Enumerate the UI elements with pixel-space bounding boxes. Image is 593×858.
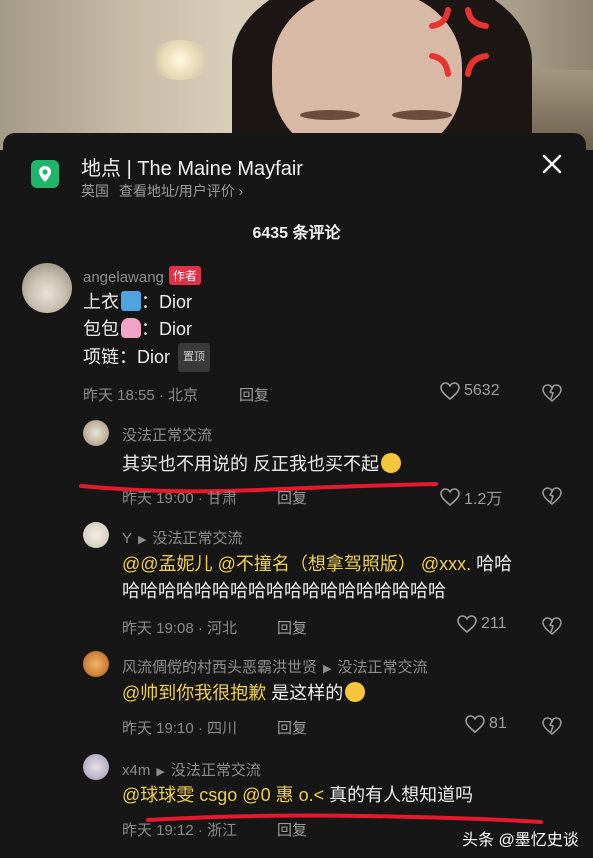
username-text: Y bbox=[122, 530, 133, 547]
comment-line: 包包 ：Dior bbox=[83, 316, 210, 343]
dislike-icon[interactable] bbox=[542, 716, 562, 736]
comment-text: 其实也不用说的 反正我也买不起 bbox=[122, 451, 401, 478]
anger-sticker-icon bbox=[429, 7, 489, 77]
comment-username[interactable]: x4m ▶ 没法正常交流 bbox=[122, 759, 261, 780]
comment-username[interactable]: Y ▶ 没法正常交流 bbox=[122, 527, 243, 548]
author-badge: 作者 bbox=[168, 266, 201, 285]
reply-button[interactable]: 回复 bbox=[277, 717, 307, 738]
avatar[interactable] bbox=[22, 263, 72, 313]
line-value: ：Dior bbox=[141, 292, 193, 312]
location-label: 地点 bbox=[81, 158, 121, 180]
username-text: x4m bbox=[122, 762, 151, 779]
avatar[interactable] bbox=[83, 420, 109, 446]
line-value: ：Dior bbox=[141, 319, 193, 339]
reply-arrow-icon: ▶ bbox=[156, 766, 165, 778]
comment-text: @帅到你我很抱歉 是这样的 bbox=[122, 680, 366, 707]
comment-text: @@孟妮儿 @不撞名（想拿驾照版） @xxx. 哈哈 哈哈哈哈哈哈哈哈哈哈哈哈哈… bbox=[122, 551, 512, 605]
comment-meta: 昨天 19:12 · 浙江 bbox=[122, 822, 238, 839]
reply-button[interactable]: 回复 bbox=[277, 487, 307, 508]
comment-meta: 昨天 19:10 · 四川 bbox=[122, 720, 238, 737]
reply-target: 没法正常交流 bbox=[337, 659, 428, 676]
comment-line: 项链：Dior 置顶 bbox=[83, 343, 211, 372]
dislike-icon[interactable] bbox=[542, 616, 562, 636]
comment-text: 上衣 ：Dior 包包 ：Dior 项链：Dior 置顶 bbox=[83, 289, 211, 372]
like-button[interactable]: 5632 bbox=[440, 382, 500, 400]
mention-link[interactable]: @xxx. bbox=[421, 554, 471, 574]
location-subtitle[interactable]: 英国 查看地址/用户评价 › bbox=[81, 181, 243, 201]
shy-emoji-icon bbox=[345, 682, 366, 702]
reply-button[interactable]: 回复 bbox=[239, 384, 269, 405]
location-separator: | bbox=[126, 158, 132, 180]
comment-username[interactable]: 风流倜傥的村西头恶霸洪世贤 ▶ 没法正常交流 bbox=[122, 656, 428, 677]
like-button[interactable]: 81 bbox=[465, 715, 507, 733]
heart-icon bbox=[440, 488, 460, 506]
purse-emoji-icon bbox=[121, 318, 141, 338]
reply-target: 没法正常交流 bbox=[170, 762, 261, 779]
username-text: 风流倜傥的村西头恶霸洪世贤 bbox=[122, 659, 318, 676]
shirt-emoji-icon bbox=[121, 291, 141, 311]
dislike-icon[interactable] bbox=[542, 383, 562, 403]
like-count: 81 bbox=[489, 715, 507, 732]
comment-username[interactable]: angelawang 作者 bbox=[83, 266, 201, 286]
line-text: 项链：Dior bbox=[83, 347, 171, 367]
mention-link[interactable]: @不撞名（想拿驾照版） bbox=[218, 554, 416, 574]
like-count: 1.2万 bbox=[464, 491, 503, 508]
chandelier-light bbox=[150, 40, 210, 80]
line-label: 上衣 bbox=[83, 292, 119, 312]
mention-link[interactable]: @球球雯 csgo @0 惠 o.< bbox=[122, 785, 324, 805]
reply-arrow-icon: ▶ bbox=[138, 534, 147, 546]
avatar[interactable] bbox=[83, 522, 109, 548]
comment-body: 真的有人想知道吗 bbox=[324, 785, 474, 805]
comment-meta: 昨天 19:00 · 甘肃 bbox=[122, 490, 238, 507]
location-country: 英国 bbox=[81, 183, 109, 199]
like-count: 5632 bbox=[464, 382, 500, 399]
left-eyebrow bbox=[300, 110, 360, 120]
avatar[interactable] bbox=[83, 651, 109, 677]
heart-icon bbox=[465, 715, 485, 733]
mention-link[interactable]: @帅到你我很抱歉 bbox=[122, 683, 266, 703]
watermark: 头条 @墨忆史谈 bbox=[462, 832, 579, 849]
location-title[interactable]: 地点 | The Maine Mayfair bbox=[81, 152, 303, 181]
mention-link[interactable]: @@孟妮儿 bbox=[122, 554, 213, 574]
right-eyebrow bbox=[392, 110, 452, 120]
comment-text: @球球雯 csgo @0 惠 o.< 真的有人想知道吗 bbox=[122, 782, 473, 809]
comment-meta: 昨天 18:55 · 北京 bbox=[83, 387, 199, 404]
video-background bbox=[0, 0, 593, 150]
heart-icon bbox=[457, 615, 477, 633]
like-count: 211 bbox=[481, 615, 507, 632]
heart-icon bbox=[440, 382, 460, 400]
pinned-badge: 置顶 bbox=[178, 343, 211, 372]
comment-body: 哈哈 bbox=[476, 554, 513, 574]
comment-username[interactable]: 没法正常交流 bbox=[122, 424, 212, 445]
close-icon[interactable] bbox=[538, 150, 566, 178]
dislike-icon[interactable] bbox=[542, 486, 562, 506]
comment-meta: 昨天 19:08 · 河北 bbox=[122, 620, 238, 637]
view-address-link[interactable]: 查看地址/用户评价 › bbox=[119, 183, 243, 199]
comment-count: 6435 条评论 bbox=[252, 225, 341, 242]
reply-arrow-icon: ▶ bbox=[323, 663, 332, 675]
comment-line: @@孟妮儿 @不撞名（想拿驾照版） @xxx. 哈哈 bbox=[122, 551, 512, 578]
reply-button[interactable]: 回复 bbox=[277, 819, 307, 840]
reply-button[interactable]: 回复 bbox=[277, 617, 307, 638]
location-name: The Maine Mayfair bbox=[137, 158, 303, 180]
comment-line: 上衣 ：Dior bbox=[83, 289, 210, 316]
username-text: angelawang bbox=[83, 269, 164, 286]
line-label: 包包 bbox=[83, 319, 119, 339]
avatar[interactable] bbox=[83, 754, 109, 780]
like-button[interactable]: 211 bbox=[457, 615, 507, 633]
comment-body: 其实也不用说的 反正我也买不起 bbox=[122, 454, 379, 474]
location-pin-icon bbox=[31, 160, 59, 188]
comment-line: 哈哈哈哈哈哈哈哈哈哈哈哈哈哈哈哈哈哈 bbox=[122, 581, 446, 601]
reply-target: 没法正常交流 bbox=[152, 530, 243, 547]
like-button[interactable]: 1.2万 bbox=[440, 485, 502, 509]
comment-body: 是这样的 bbox=[266, 683, 344, 703]
crying-emoji-icon bbox=[381, 453, 401, 473]
